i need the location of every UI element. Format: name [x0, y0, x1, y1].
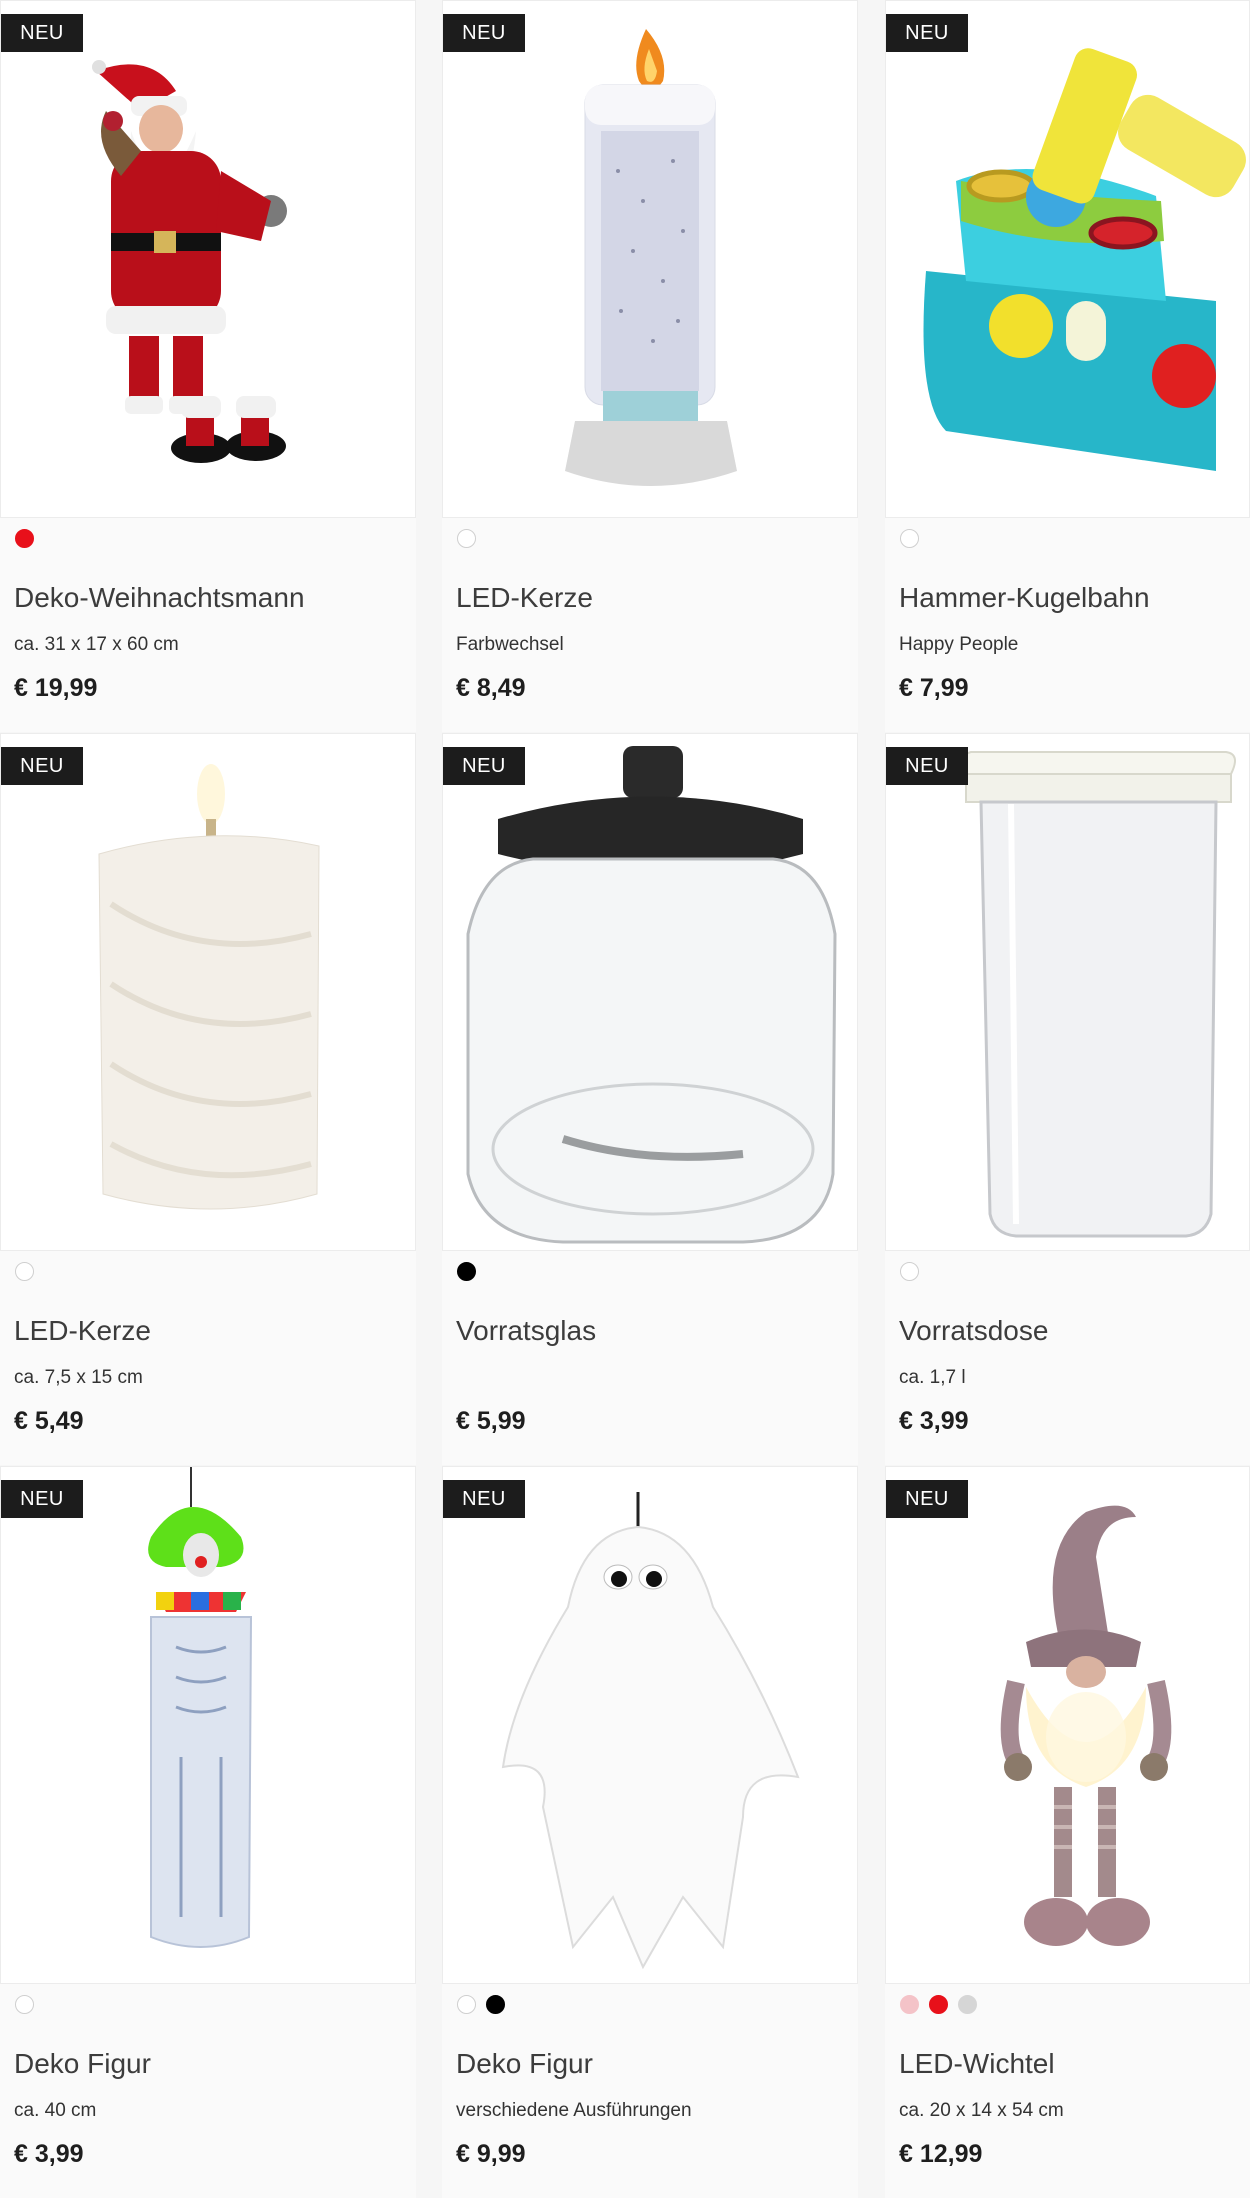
- product-subtitle: Farbwechsel: [456, 634, 564, 655]
- pillar-candle-icon: [98, 764, 320, 1210]
- product-image[interactable]: NEU: [442, 0, 858, 518]
- new-badge: NEU: [886, 1480, 968, 1518]
- product-card[interactable]: NEU LED-Wichtel ca. 20 x 14 x 54 cm € 12…: [885, 1466, 1250, 2198]
- new-badge: NEU: [1, 747, 83, 785]
- product-name[interactable]: Deko Figur: [14, 2048, 151, 2080]
- product-card[interactable]: NEU Deko Figur ca. 40 cm € 3,99: [0, 1466, 416, 2198]
- product-subtitle: ca. 40 cm: [14, 2100, 97, 2121]
- product-name[interactable]: Deko Figur: [456, 2048, 593, 2080]
- hammer-toy-icon: [923, 48, 1246, 471]
- color-swatch[interactable]: [457, 1995, 476, 2014]
- product-name[interactable]: Vorratsglas: [456, 1315, 596, 1347]
- color-swatches: [15, 529, 34, 549]
- new-badge: NEU: [886, 14, 968, 52]
- product-card[interactable]: NEU LED-Kerze Farbwechsel € 8,49: [442, 0, 858, 732]
- color-swatch[interactable]: [457, 1262, 476, 1281]
- new-badge: NEU: [1, 14, 83, 52]
- product-image[interactable]: NEU: [442, 1466, 858, 1984]
- color-swatch[interactable]: [900, 1995, 919, 2014]
- product-subtitle: ca. 20 x 14 x 54 cm: [899, 2100, 1064, 2121]
- product-name[interactable]: LED-Kerze: [14, 1315, 151, 1347]
- color-swatches: [15, 1262, 34, 1282]
- product-name[interactable]: Deko-Weihnachtsmann: [14, 582, 305, 614]
- new-badge: NEU: [886, 747, 968, 785]
- clown-skeleton-icon: [148, 1467, 253, 1948]
- product-subtitle: ca. 7,5 x 15 cm: [14, 1367, 143, 1388]
- product-subtitle: Happy People: [899, 634, 1019, 655]
- product-image[interactable]: NEU: [442, 733, 858, 1251]
- product-price: € 3,99: [899, 1407, 969, 1435]
- color-swatches: [457, 529, 476, 549]
- color-swatch[interactable]: [486, 1995, 505, 2014]
- color-swatches: [457, 1995, 505, 2015]
- product-price: € 5,99: [456, 1407, 526, 1435]
- product-image[interactable]: NEU: [885, 1466, 1250, 1984]
- product-name[interactable]: LED-Wichtel: [899, 2048, 1055, 2080]
- product-image[interactable]: NEU: [0, 733, 416, 1251]
- color-swatch[interactable]: [958, 1995, 977, 2014]
- product-card[interactable]: NEU Hammer-Kugelbahn Happy People € 7,99: [885, 0, 1250, 732]
- product-card[interactable]: NEU Deko-Weihnachtsmann ca. 31 x 17 x 60…: [0, 0, 416, 732]
- product-price: € 9,99: [456, 2140, 526, 2168]
- product-price: € 19,99: [14, 674, 98, 702]
- color-swatch[interactable]: [15, 1995, 34, 2014]
- new-badge: NEU: [1, 1480, 83, 1518]
- product-subtitle: ca. 1,7 l: [899, 1367, 966, 1388]
- product-name[interactable]: LED-Kerze: [456, 582, 593, 614]
- new-badge: NEU: [443, 1480, 525, 1518]
- product-name[interactable]: Vorratsdose: [899, 1315, 1048, 1347]
- product-price: € 8,49: [456, 674, 526, 702]
- color-swatches: [15, 1995, 34, 2015]
- glitter-candle-icon: [565, 29, 737, 486]
- product-card[interactable]: NEU LED-Kerze ca. 7,5 x 15 cm € 5,49: [0, 733, 416, 1465]
- color-swatch[interactable]: [929, 1995, 948, 2014]
- product-card[interactable]: NEU Deko Figur verschiedene Ausführungen…: [442, 1466, 858, 2198]
- ghost-figure-icon: [501, 1492, 800, 1970]
- storage-jar-icon: [466, 746, 837, 1244]
- product-price: € 3,99: [14, 2140, 84, 2168]
- color-swatch[interactable]: [15, 1262, 34, 1281]
- product-image[interactable]: NEU: [0, 0, 416, 518]
- santa-figure-icon: [92, 60, 287, 463]
- color-swatches: [900, 1995, 977, 2015]
- product-grid: NEU Deko-Weihnachtsmann ca. 31 x 17 x 60…: [0, 0, 1250, 2198]
- color-swatches: [900, 529, 919, 549]
- product-price: € 12,99: [899, 2140, 983, 2168]
- product-subtitle: verschiedene Ausführungen: [456, 2100, 692, 2121]
- product-card[interactable]: NEU Vorratsglas € 5,99: [442, 733, 858, 1465]
- product-image[interactable]: NEU: [885, 733, 1250, 1251]
- product-price: € 5,49: [14, 1407, 84, 1435]
- color-swatch[interactable]: [457, 529, 476, 548]
- color-swatch[interactable]: [15, 529, 34, 548]
- new-badge: NEU: [443, 14, 525, 52]
- product-card[interactable]: NEU Vorratsdose ca. 1,7 l € 3,99: [885, 733, 1250, 1465]
- product-price: € 7,99: [899, 674, 969, 702]
- product-subtitle: ca. 31 x 17 x 60 cm: [14, 634, 179, 655]
- new-badge: NEU: [443, 747, 525, 785]
- color-swatches: [457, 1262, 476, 1282]
- product-image[interactable]: NEU: [0, 1466, 416, 1984]
- product-image[interactable]: NEU: [885, 0, 1250, 518]
- color-swatch[interactable]: [900, 529, 919, 548]
- color-swatch[interactable]: [900, 1262, 919, 1281]
- storage-box-icon: [961, 751, 1236, 1238]
- color-swatches: [900, 1262, 919, 1282]
- product-name[interactable]: Hammer-Kugelbahn: [899, 582, 1150, 614]
- gnome-figure-icon: [1000, 1505, 1172, 1946]
